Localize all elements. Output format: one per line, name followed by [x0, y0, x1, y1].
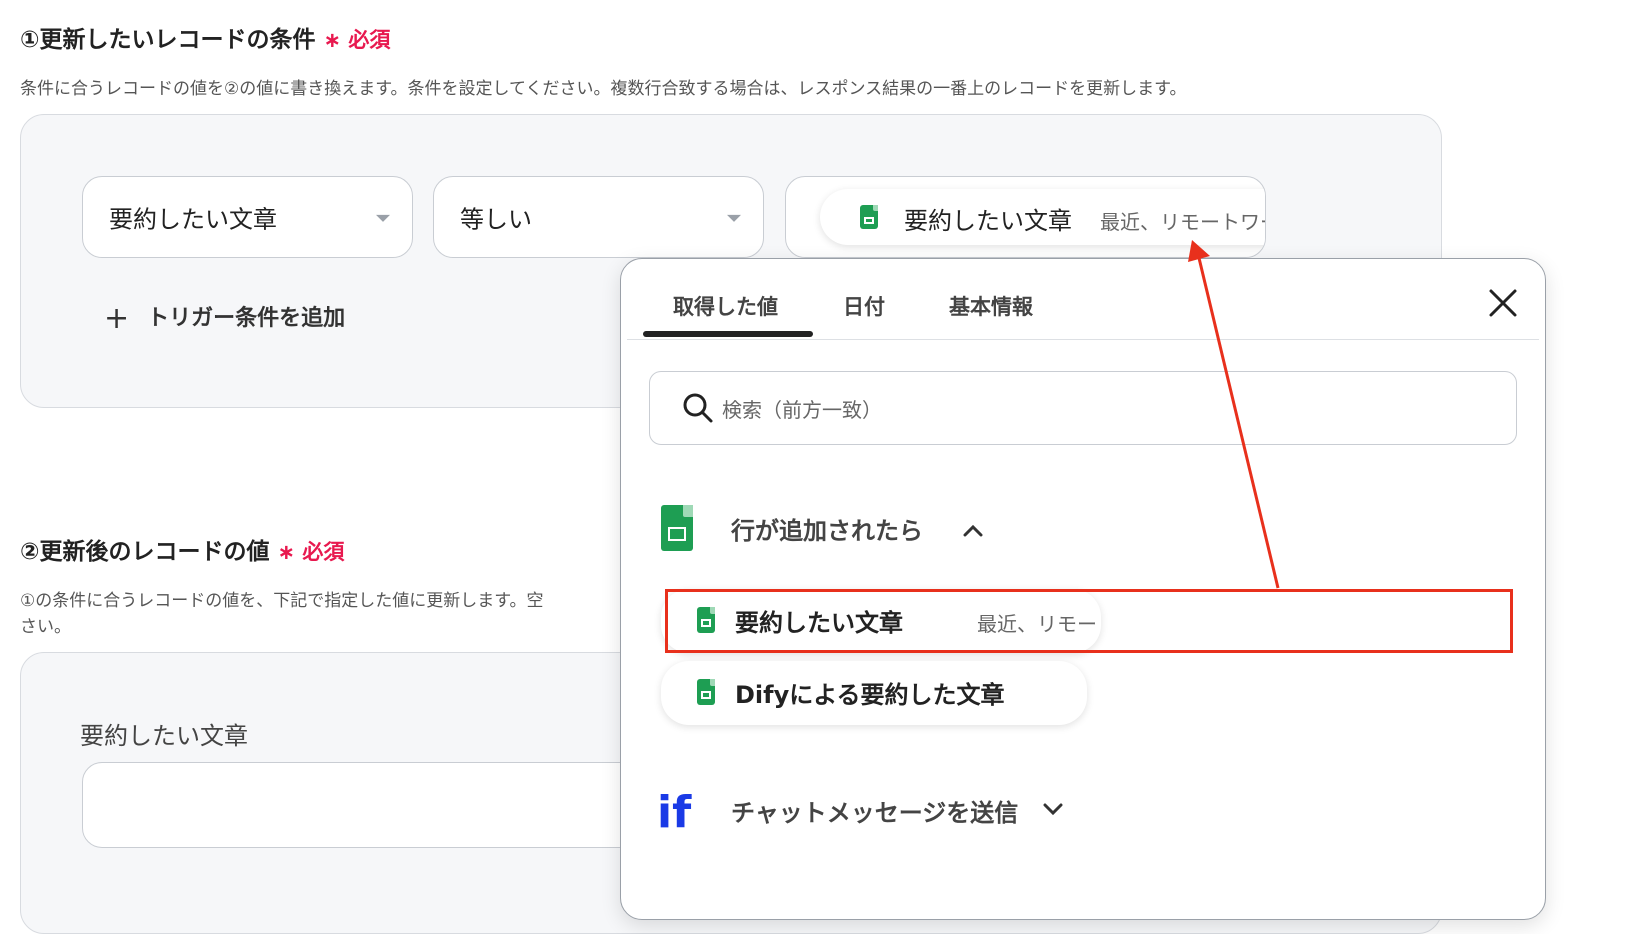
close-icon[interactable]	[1487, 287, 1519, 319]
value-chip[interactable]: 要約したい文章 最近、リモートワー	[820, 189, 1266, 245]
group-chat-message[interactable]: if チャットメッセージを送信	[651, 779, 1111, 839]
group-title: 行が追加されたら	[731, 517, 923, 545]
section2-description-line2: さい。	[20, 617, 71, 637]
google-sheets-icon	[860, 205, 878, 229]
plus-icon: +	[104, 301, 130, 336]
list-item-dify-summary[interactable]: Difyによる要約した文章	[661, 661, 1087, 725]
add-condition-button[interactable]: + トリガー条件を追加	[104, 300, 345, 336]
search-placeholder: 検索（前方一致）	[722, 398, 882, 422]
section2-description-line1: ①の条件に合うレコードの値を、下記で指定した値に更新します。空	[20, 591, 544, 611]
value-picker-popup: 取得した値 日付 基本情報 検索（前方一致） 行が追加されたら 要約したい文章 …	[620, 258, 1546, 920]
tab-basic-info[interactable]: 基本情報	[949, 291, 1033, 321]
value-chip-label: 要約したい文章	[904, 207, 1072, 235]
chevron-down-icon	[1043, 803, 1063, 816]
tab-acquired-values[interactable]: 取得した値	[673, 291, 778, 321]
dify-if-icon: if	[657, 787, 692, 833]
operator-select-value: 等しい	[460, 205, 532, 234]
list-item-label: Difyによる要約した文章	[735, 681, 1005, 709]
chevron-down-icon	[727, 214, 741, 222]
group-title: チャットメッセージを送信	[731, 799, 1019, 827]
search-input[interactable]: 検索（前方一致）	[649, 371, 1517, 445]
section1-title: ①更新したいレコードの条件 ∗ 必須	[20, 20, 390, 54]
section2-title-text: ②更新後のレコードの値	[20, 539, 270, 565]
chevron-down-icon	[376, 214, 390, 222]
tab-divider	[627, 339, 1539, 340]
svg-text:if: if	[657, 787, 692, 833]
value-input[interactable]: 要約したい文章 最近、リモートワー	[785, 176, 1266, 258]
chevron-up-icon	[963, 524, 983, 537]
section1-description: 条件に合うレコードの値を②の値に書き換えます。条件を設定してください。複数行合致…	[20, 79, 1187, 99]
group-row-added[interactable]: 行が追加されたら	[651, 489, 1071, 551]
value-chip-preview: 最近、リモートワー	[1100, 210, 1266, 234]
field-select-value: 要約したい文章	[109, 205, 277, 234]
highlight-box	[665, 589, 1513, 653]
tab-date[interactable]: 日付	[843, 291, 885, 321]
google-sheets-icon	[661, 505, 693, 551]
required-badge: ∗ 必須	[323, 28, 391, 52]
required-badge: ∗ 必須	[277, 540, 345, 564]
section1-title-text: ①更新したいレコードの条件	[20, 27, 316, 53]
operator-select[interactable]: 等しい	[433, 176, 764, 258]
google-sheets-icon	[697, 679, 715, 705]
active-tab-indicator	[643, 331, 813, 337]
search-icon	[683, 393, 713, 423]
field-select[interactable]: 要約したい文章	[82, 176, 413, 258]
add-condition-label: トリガー条件を追加	[147, 306, 346, 331]
field-label: 要約したい文章	[80, 722, 248, 750]
section2-title: ②更新後のレコードの値 ∗ 必須	[20, 532, 344, 566]
